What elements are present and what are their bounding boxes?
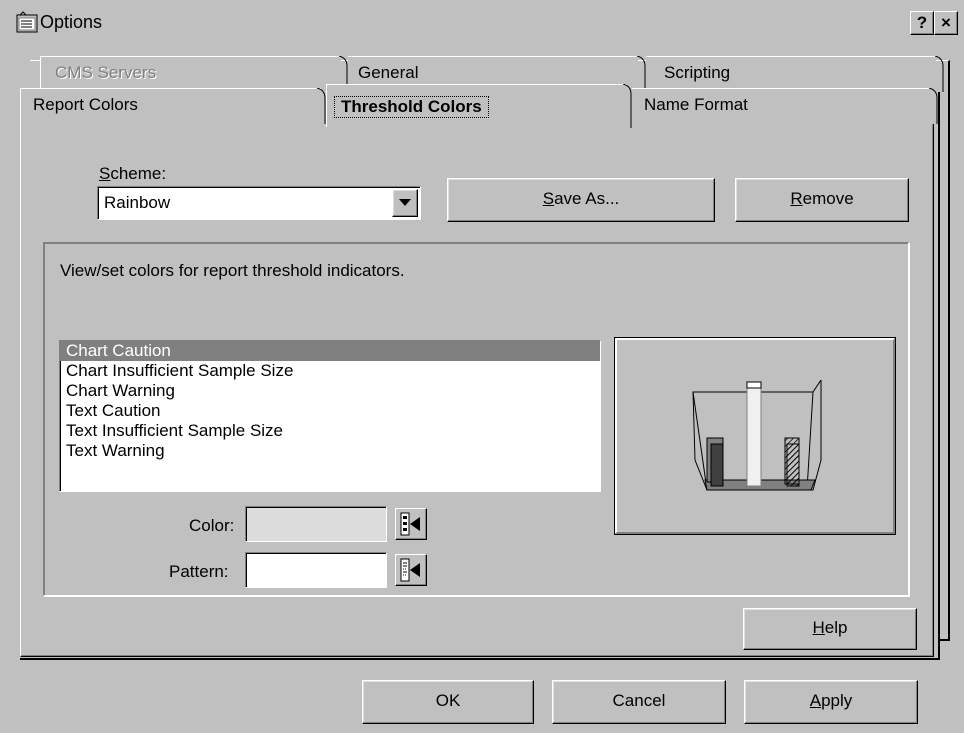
remove-button[interactable]: Remove: [735, 178, 909, 222]
list-item[interactable]: Text Caution: [60, 401, 600, 421]
threshold-colors-panel: Scheme: Rainbow Save As... Remove View/s…: [20, 124, 934, 657]
tab-report-colors[interactable]: Report Colors: [20, 88, 321, 125]
list-item[interactable]: Chart Insufficient Sample Size: [60, 361, 600, 381]
threshold-chart-preview-icon: [692, 380, 822, 491]
close-button[interactable]: ×: [934, 11, 958, 35]
tab-divider: [934, 56, 944, 92]
color-picker-button[interactable]: [395, 508, 427, 540]
pattern-label: Pattern:: [169, 562, 229, 581]
apply-button[interactable]: Apply: [744, 680, 918, 724]
scheme-label: Scheme:: [99, 164, 167, 183]
threshold-preview: [614, 337, 896, 535]
cancel-button[interactable]: Cancel: [552, 680, 726, 724]
pattern-picker-button[interactable]: [395, 554, 427, 586]
color-field[interactable]: [245, 506, 387, 542]
options-app-icon: [16, 11, 38, 33]
help-button[interactable]: Help: [743, 608, 917, 650]
threshold-listbox[interactable]: Chart Caution Chart Insufficient Sample …: [59, 340, 601, 492]
tab-name-format[interactable]: Name Format: [632, 88, 930, 125]
save-as-button[interactable]: Save As...: [447, 178, 715, 222]
help-title-button[interactable]: ?: [910, 11, 934, 35]
tab-divider: [622, 84, 632, 128]
tab-divider: [928, 88, 938, 124]
color-label: Color:: [189, 516, 235, 535]
list-item[interactable]: Text Warning: [60, 441, 600, 461]
pattern-field[interactable]: [245, 552, 387, 588]
color-picker-icon: [400, 512, 420, 536]
window-title: Options: [40, 12, 103, 32]
tab-threshold-colors[interactable]: Threshold Colors: [326, 84, 627, 127]
list-item[interactable]: Chart Warning: [60, 381, 600, 401]
title-bar: Options ? ×: [0, 0, 964, 46]
options-dialog: Options ? × CMS Servers General Scriptin…: [0, 0, 964, 733]
scheme-combo[interactable]: Rainbow: [97, 186, 421, 220]
down-arrow-icon: [399, 199, 411, 206]
pattern-picker-icon: [400, 558, 420, 582]
group-description: View/set colors for report threshold ind…: [60, 261, 405, 280]
list-item[interactable]: Text Insufficient Sample Size: [60, 421, 600, 441]
scheme-dropdown-button[interactable]: [392, 189, 418, 217]
list-item[interactable]: Chart Caution: [60, 341, 600, 361]
ok-button[interactable]: OK: [362, 680, 534, 724]
scheme-value: Rainbow: [104, 193, 171, 212]
